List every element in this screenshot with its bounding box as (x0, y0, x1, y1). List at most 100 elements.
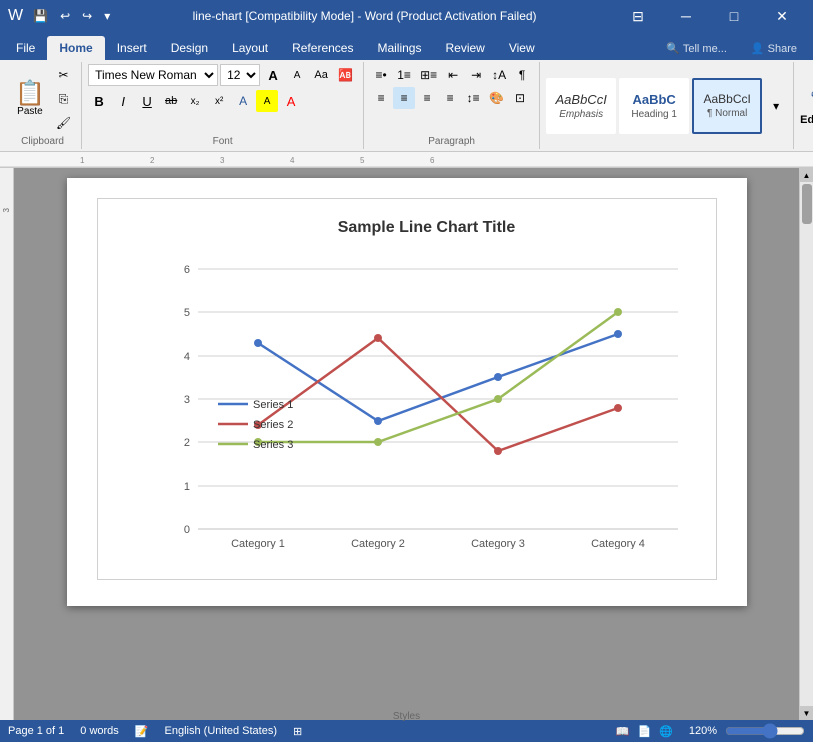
minimize-btn[interactable]: ─ (663, 0, 709, 32)
text-effects-btn[interactable]: A (232, 90, 254, 112)
copy-btn[interactable]: ⎘ (52, 88, 75, 110)
align-center-btn[interactable]: ≡ (393, 87, 415, 109)
show-marks-btn[interactable]: ¶ (511, 64, 533, 86)
font-size-select[interactable]: 12 (220, 64, 260, 86)
series3-pt3 (494, 395, 502, 403)
editing-group: ✎ Editing (794, 62, 813, 149)
increase-indent-btn[interactable]: ⇥ (465, 64, 487, 86)
tell-me-btn[interactable]: 🔍 Tell me... (654, 36, 739, 60)
tab-file[interactable]: File (4, 36, 47, 60)
grow-font-btn[interactable]: A (262, 64, 284, 86)
ruler-svg: 1 2 3 4 5 6 (0, 152, 813, 168)
language-info: English (United States) (165, 725, 278, 737)
bullets-btn[interactable]: ≡• (370, 64, 392, 86)
styles-more-btn[interactable]: ▾ (765, 78, 787, 134)
word-logo-icon: W (8, 7, 23, 25)
scroll-up-btn[interactable]: ▲ (800, 168, 813, 182)
sort-btn[interactable]: ↕A (488, 64, 510, 86)
y-label-1: 1 (183, 481, 189, 493)
series2-pt2 (374, 334, 382, 342)
heading-preview: AaBbC (632, 92, 675, 107)
cut-btn[interactable]: ✂ (52, 64, 75, 86)
style-normal[interactable]: AaBbCcI ¶ Normal (692, 78, 762, 134)
series1-pt4 (614, 330, 622, 338)
print-layout-btn[interactable]: 📄 (637, 725, 651, 738)
tab-layout[interactable]: Layout (220, 36, 280, 60)
style-heading1[interactable]: AaBbC Heading 1 (619, 78, 689, 134)
font-family-select[interactable]: Times New Roman (88, 64, 218, 86)
tab-home[interactable]: Home (47, 36, 104, 60)
clipboard-secondary: ✂ ⎘ 🖌 (52, 64, 75, 134)
maximize-btn[interactable]: □ (711, 0, 757, 32)
cursor-line (97, 584, 717, 586)
page-marker: 3 (2, 208, 11, 212)
para-row-1: ≡• 1≡ ⊞≡ ⇤ ⇥ ↕A ¶ (370, 64, 533, 86)
tab-insert[interactable]: Insert (105, 36, 159, 60)
tab-mailings[interactable]: Mailings (365, 36, 433, 60)
format-painter-btn[interactable]: 🖌 (52, 112, 75, 134)
editing-label: Editing (800, 114, 813, 126)
tab-design[interactable]: Design (159, 36, 220, 60)
y-label-5: 5 (183, 307, 189, 319)
clipboard-group-content: 📋 Paste ✂ ⎘ 🖌 (10, 64, 75, 134)
paste-btn[interactable]: 📋 Paste (10, 79, 50, 120)
line-spacing-btn[interactable]: ↕≡ (462, 87, 484, 109)
underline-btn[interactable]: U (136, 90, 158, 112)
tab-references[interactable]: References (280, 36, 365, 60)
bold-btn[interactable]: B (88, 90, 110, 112)
scroll-down-btn[interactable]: ▼ (800, 706, 813, 720)
font-color-btn[interactable]: A (280, 90, 302, 112)
scroll-thumb[interactable] (802, 184, 812, 224)
scroll-track[interactable] (800, 182, 813, 706)
subscript-btn[interactable]: x₂ (184, 90, 206, 112)
series1-pt2 (374, 417, 382, 425)
italic-btn[interactable]: I (112, 90, 134, 112)
paragraph-group-content: ≡• 1≡ ⊞≡ ⇤ ⇥ ↕A ¶ ≡ ≡ ≡ ≡ ↕≡ 🎨 ⊡ (370, 64, 533, 134)
x-label-cat1: Category 1 (231, 538, 285, 549)
close-btn[interactable]: ✕ (759, 0, 805, 32)
layout-btn[interactable]: ⊟ (615, 0, 661, 32)
save-quick-btn[interactable]: 💾 (29, 7, 52, 25)
clear-format-btn[interactable]: 🆎 (334, 64, 357, 86)
scrollbar-vertical[interactable]: ▲ ▼ (799, 168, 813, 720)
styles-group: AaBbCcI Emphasis AaBbC Heading 1 AaBbCcI… (540, 62, 794, 149)
x-label-cat2: Category 2 (351, 538, 405, 549)
y-label-4: 4 (183, 351, 189, 363)
superscript-btn[interactable]: x² (208, 90, 230, 112)
normal-label: ¶ Normal (707, 108, 747, 119)
shrink-font-btn[interactable]: A (286, 64, 308, 86)
style-emphasis[interactable]: AaBbCcI Emphasis (546, 78, 616, 134)
redo-quick-btn[interactable]: ↪ (78, 7, 96, 25)
borders-btn[interactable]: ⊡ (509, 87, 531, 109)
series2-line (258, 338, 618, 451)
series3-pt4 (614, 308, 622, 316)
font-row-1: Times New Roman 12 A A Aa 🆎 (88, 64, 357, 86)
font-group-label: Font (213, 136, 233, 147)
left-margin: 3 (0, 168, 14, 720)
highlight-btn[interactable]: A (256, 90, 278, 112)
series3-pt2 (374, 438, 382, 446)
zoom-slider[interactable] (725, 723, 805, 739)
multilevel-btn[interactable]: ⊞≡ (416, 64, 441, 86)
strikethrough-btn[interactable]: ab (160, 90, 182, 112)
align-right-btn[interactable]: ≡ (416, 87, 438, 109)
doc-scroll[interactable]: Sample Line Chart Title 6 5 (14, 168, 799, 720)
numbering-btn[interactable]: 1≡ (393, 64, 415, 86)
justify-btn[interactable]: ≡ (439, 87, 461, 109)
tab-view[interactable]: View (497, 36, 547, 60)
undo-quick-btn[interactable]: ↩ (56, 7, 74, 25)
read-mode-btn[interactable]: 📖 (616, 725, 630, 738)
emphasis-label: Emphasis (559, 109, 603, 120)
case-btn[interactable]: Aa (310, 64, 332, 86)
shading-btn[interactable]: 🎨 (485, 87, 508, 109)
proofing-icon[interactable]: 📝 (135, 725, 149, 738)
decrease-indent-btn[interactable]: ⇤ (442, 64, 464, 86)
x-label-cat4: Category 4 (591, 538, 645, 549)
web-layout-btn[interactable]: 🌐 (659, 725, 673, 738)
page: Sample Line Chart Title 6 5 (67, 178, 747, 606)
share-btn[interactable]: 👤 Share (739, 36, 809, 60)
align-left-btn[interactable]: ≡ (370, 87, 392, 109)
customize-quick-btn[interactable]: ▾ (100, 7, 114, 25)
tab-review[interactable]: Review (433, 36, 496, 60)
legend-series3-label: Series 3 (253, 439, 293, 451)
